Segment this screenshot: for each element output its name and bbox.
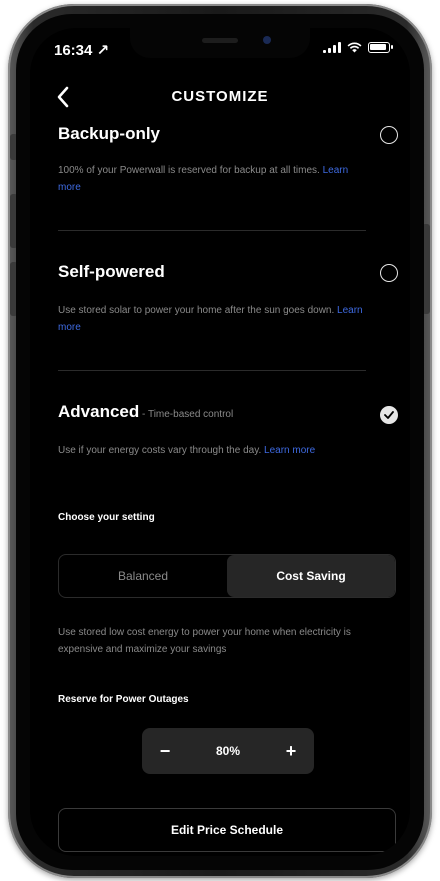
mode-description: Use if your energy costs vary through th…: [58, 442, 368, 459]
radio-backup-only[interactable]: [380, 126, 398, 144]
page-title: CUSTOMIZE: [171, 88, 269, 105]
segment-cost-saving[interactable]: Cost Saving: [227, 555, 395, 597]
reserve-label: Reserve for Power Outages: [58, 694, 189, 705]
description-text: Use if your energy costs vary through th…: [58, 445, 262, 456]
mode-title: Self-powered: [58, 262, 165, 281]
front-camera: [263, 36, 271, 44]
mode-description: Use stored solar to power your home afte…: [58, 302, 368, 336]
description-text: Use stored solar to power your home afte…: [58, 305, 335, 316]
segment-balanced[interactable]: Balanced: [59, 555, 227, 597]
radio-advanced[interactable]: [380, 406, 398, 424]
status-time: 16:34 ↗: [54, 42, 110, 59]
learn-more-link[interactable]: Learn more: [264, 445, 315, 456]
mode-subtitle: - Time-based control: [139, 409, 234, 420]
mode-advanced[interactable]: Advanced - Time-based control Use if you…: [58, 402, 398, 456]
speaker: [202, 38, 238, 43]
mode-title: Advanced - Time-based control: [58, 402, 398, 422]
mode-title: Backup-only: [58, 124, 161, 143]
radio-self-powered[interactable]: [380, 264, 398, 282]
description-text: 100% of your Powerwall is reserved for b…: [58, 165, 320, 176]
status-icons: [323, 42, 393, 53]
decrement-button[interactable]: −: [142, 728, 188, 774]
phone-screen: 16:34 ↗ CUSTOMIZE Backup-only 100% of yo…: [30, 28, 410, 856]
setting-description: Use stored low cost energy to power your…: [58, 627, 351, 655]
reserve-stepper: − 80% +: [142, 728, 314, 774]
divider: [58, 230, 366, 231]
mode-title-text: Advanced: [58, 402, 140, 421]
nav-bar: CUSTOMIZE: [30, 78, 410, 118]
mode-self-powered[interactable]: Self-powered Use stored solar to power y…: [58, 262, 398, 333]
stage: 16:34 ↗ CUSTOMIZE Backup-only 100% of yo…: [0, 0, 440, 881]
increment-button[interactable]: +: [268, 728, 314, 774]
divider: [58, 370, 366, 371]
cellular-signal-icon: [323, 42, 341, 53]
reserve-value: 80%: [215, 744, 241, 758]
checkmark-icon: [384, 411, 394, 419]
wifi-icon: [347, 42, 362, 53]
edit-price-schedule-button[interactable]: Edit Price Schedule: [58, 808, 396, 852]
mode-description: 100% of your Powerwall is reserved for b…: [58, 162, 368, 196]
notch: [130, 28, 310, 58]
setting-segmented-control: Balanced Cost Saving: [58, 554, 396, 598]
battery-icon: [368, 42, 393, 53]
mode-backup-only[interactable]: Backup-only 100% of your Powerwall is re…: [58, 124, 398, 193]
choose-setting-label: Choose your setting: [58, 512, 155, 523]
